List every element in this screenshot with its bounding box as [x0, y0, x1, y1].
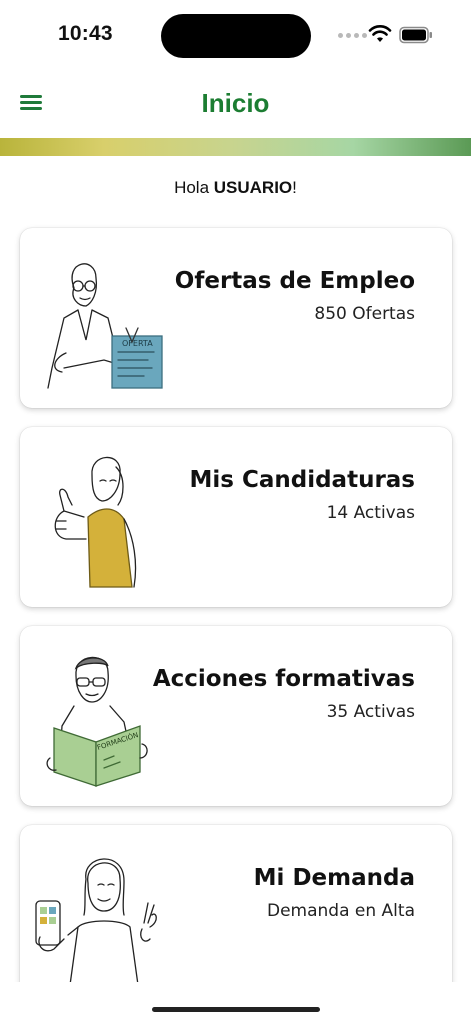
illustration-text-oferta: OFERTA	[122, 339, 153, 348]
app-header: Inicio	[0, 70, 471, 138]
card-subtitle: Demanda en Alta	[267, 901, 415, 921]
card-title: Ofertas de Empleo	[174, 268, 415, 294]
card-subtitle: 35 Activas	[326, 702, 415, 722]
greeting: Hola USUARIO!	[0, 178, 471, 198]
status-bar: 10:43	[0, 0, 471, 70]
person-reading-training-book-illustration: FORMACIÓN	[46, 656, 148, 787]
bottom-safe-area	[0, 982, 471, 1023]
battery-icon	[399, 26, 432, 44]
header-gradient-band	[0, 138, 471, 156]
cellular-dots-icon	[338, 33, 367, 38]
card-title: Acciones formativas	[152, 666, 415, 692]
card-acciones-formativas[interactable]: FORMACIÓN Acciones formativas 35 Activas	[20, 626, 452, 806]
card-subtitle: 14 Activas	[326, 503, 415, 523]
person-holding-phone-illustration	[35, 858, 157, 986]
card-mis-candidaturas[interactable]: Mis Candidaturas 14 Activas	[20, 427, 452, 607]
page-title: Inicio	[201, 88, 270, 118]
home-indicator[interactable]	[152, 1007, 320, 1012]
card-title: Mis Candidaturas	[189, 467, 416, 493]
card-ofertas-empleo[interactable]: OFERTA Ofertas de Empleo 850 Ofertas	[20, 228, 452, 408]
person-holding-job-offer-illustration: OFERTA	[47, 263, 163, 389]
dynamic-island	[161, 14, 311, 58]
person-thumbs-up-illustration	[54, 456, 137, 588]
card-title: Mi Demanda	[253, 865, 415, 891]
card-mi-demanda[interactable]: Mi Demanda Demanda en Alta	[20, 825, 452, 1005]
card-subtitle: 850 Ofertas	[314, 304, 415, 324]
greeting-user: USUARIO	[213, 178, 293, 197]
greeting-suffix: !	[292, 178, 297, 197]
greeting-prefix: Hola	[174, 178, 214, 197]
wifi-icon	[368, 25, 392, 42]
status-time: 10:43	[58, 22, 113, 45]
